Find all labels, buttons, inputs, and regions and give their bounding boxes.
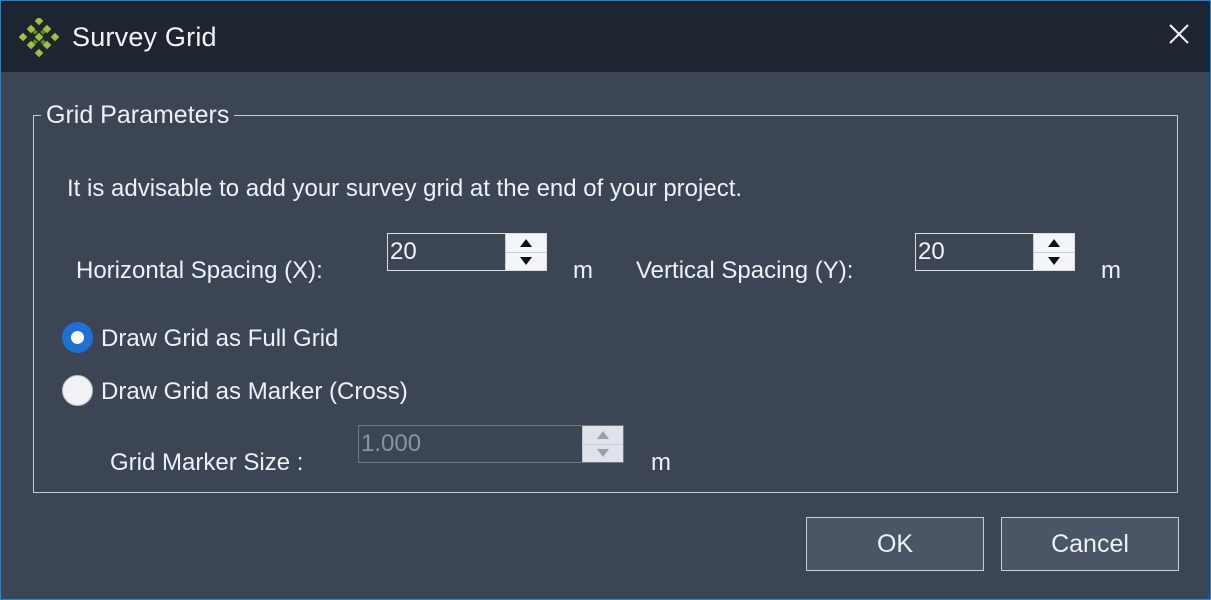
vertical-spacing-down-button[interactable] [1034, 252, 1074, 270]
vertical-spacing-input[interactable]: 20 [915, 233, 1075, 271]
vertical-spacing-unit: m [1101, 257, 1121, 284]
dialog-title: Survey Grid [72, 22, 217, 52]
marker-size-down-button [583, 444, 623, 462]
triangle-up-icon [597, 426, 609, 444]
cancel-button[interactable]: Cancel [1001, 517, 1179, 571]
horizontal-spacing-value[interactable]: 20 [390, 238, 417, 266]
close-icon [1168, 23, 1190, 50]
marker-size-stepper [582, 426, 623, 462]
horizontal-spacing-unit: m [573, 257, 593, 284]
vertical-spacing-up-button[interactable] [1034, 234, 1074, 253]
ok-button[interactable]: OK [806, 517, 984, 571]
title-bar[interactable]: Survey Grid [1, 1, 1210, 72]
survey-grid-icon [18, 16, 60, 58]
full-grid-label[interactable]: Draw Grid as Full Grid [101, 325, 338, 353]
marker-size-value: 1.000 [361, 430, 422, 457]
horizontal-spacing-label: Horizontal Spacing (X): [76, 257, 323, 284]
radio-checked-dot [71, 331, 84, 344]
marker-radio[interactable] [62, 375, 93, 406]
marker-size-input: 1.000 [358, 425, 624, 463]
advice-text: It is advisable to add your survey grid … [67, 175, 743, 202]
marker-size-unit: m [651, 449, 671, 476]
triangle-down-icon [597, 444, 609, 462]
triangle-down-icon [520, 252, 532, 270]
marker-label[interactable]: Draw Grid as Marker (Cross) [101, 378, 408, 406]
vertical-spacing-label: Vertical Spacing (Y): [636, 257, 854, 284]
horizontal-spacing-up-button[interactable] [506, 234, 546, 253]
vertical-spacing-value[interactable]: 20 [918, 238, 945, 266]
vertical-spacing-stepper [1033, 234, 1074, 270]
triangle-up-icon [1048, 234, 1060, 252]
close-button[interactable] [1158, 15, 1200, 57]
marker-size-up-button [583, 426, 623, 445]
triangle-down-icon [1048, 252, 1060, 270]
horizontal-spacing-down-button[interactable] [506, 252, 546, 270]
triangle-up-icon [520, 234, 532, 252]
grid-parameters-legend: Grid Parameters [41, 101, 235, 130]
horizontal-spacing-stepper [505, 234, 546, 270]
full-grid-radio[interactable] [62, 322, 93, 353]
horizontal-spacing-input[interactable]: 20 [387, 233, 547, 271]
survey-grid-dialog: Survey Grid Grid Parameters It is advisa… [0, 0, 1211, 600]
marker-size-label: Grid Marker Size : [110, 449, 304, 476]
